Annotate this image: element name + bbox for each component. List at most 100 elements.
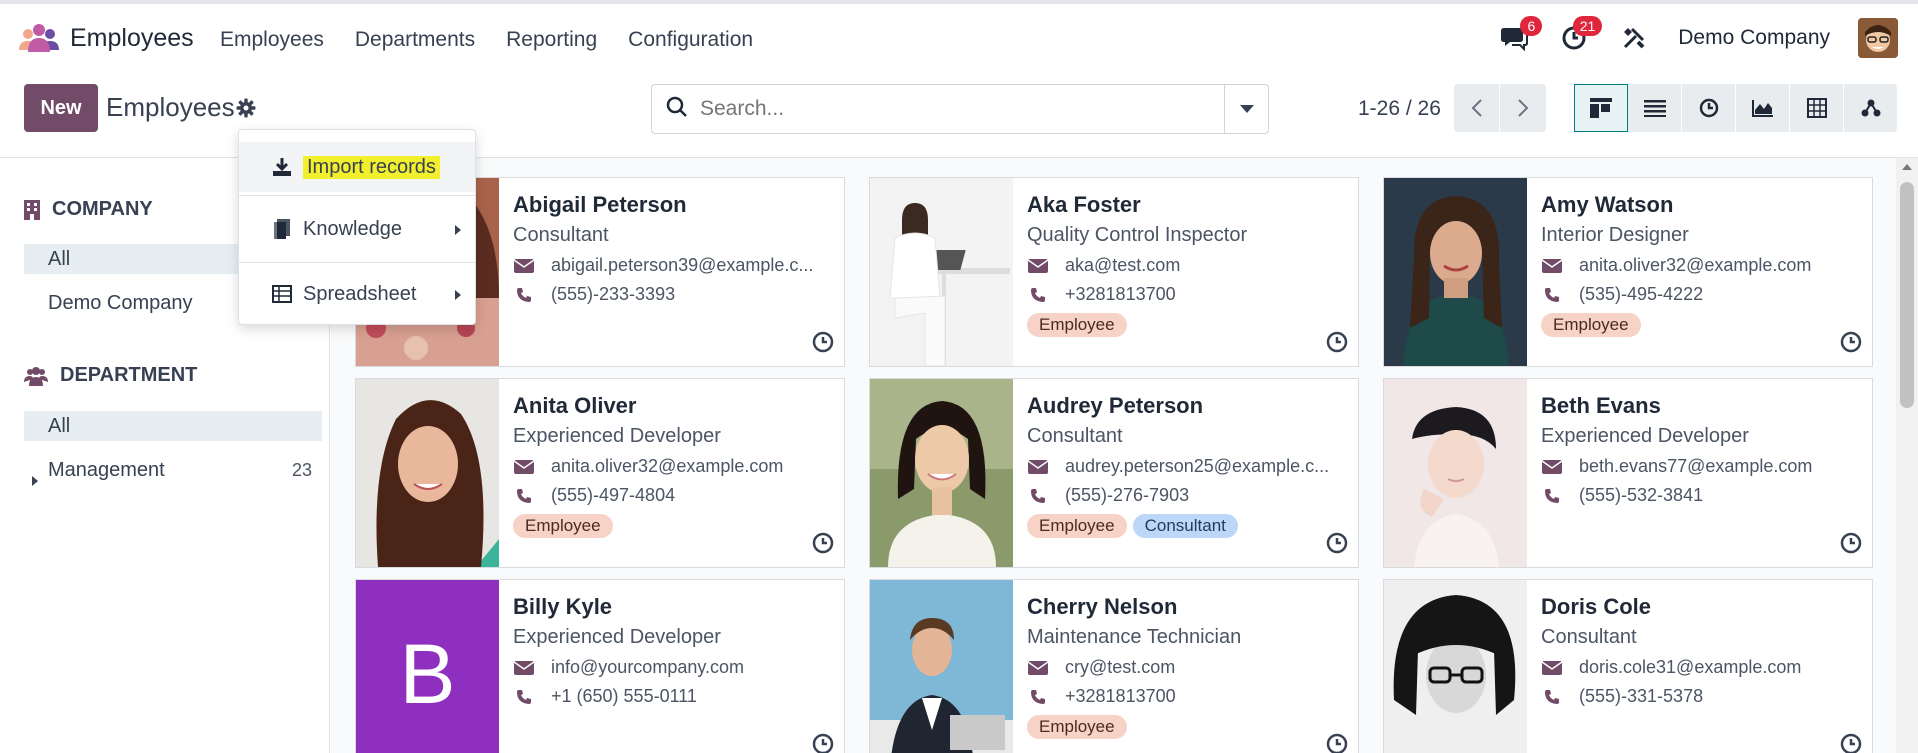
book-icon <box>271 218 293 240</box>
list-view-button[interactable] <box>1628 84 1682 132</box>
import-records-label: Import records <box>303 155 440 179</box>
new-button[interactable]: New <box>24 84 98 132</box>
employee-tag: Employee <box>1541 313 1641 337</box>
employee-name: Billy Kyle <box>513 594 613 619</box>
caret-right-icon <box>455 283 461 306</box>
employee-card[interactable]: Beth Evans Experienced Developer beth.ev… <box>1383 378 1873 568</box>
employee-name: Anita Oliver <box>513 393 637 418</box>
search-icon <box>666 96 688 123</box>
activity-clock-icon[interactable] <box>1840 532 1862 559</box>
employee-phone: +3281813700 <box>1027 686 1348 707</box>
employee-name: Aka Foster <box>1027 192 1141 217</box>
scrollbar-thumb[interactable] <box>1900 182 1914 408</box>
table-icon <box>1806 98 1827 118</box>
scroll-up-arrow[interactable] <box>1902 164 1912 170</box>
activity-clock-icon[interactable] <box>812 532 834 559</box>
employee-card[interactable]: Amy Watson Interior Designer anita.olive… <box>1383 177 1873 367</box>
employee-phone: (555)-276-7903 <box>1027 485 1348 506</box>
caret-right-icon[interactable] <box>32 465 38 495</box>
employee-email: audrey.peterson25@example.c... <box>1027 456 1348 477</box>
spreadsheet-label: Spreadsheet <box>303 282 417 305</box>
employee-card[interactable]: Cherry Nelson Maintenance Technician cry… <box>869 579 1359 753</box>
employee-email: beth.evans77@example.com <box>1541 456 1862 477</box>
tools-button[interactable] <box>1618 22 1650 54</box>
vertical-scrollbar[interactable] <box>1896 158 1918 753</box>
caret-down-icon <box>1239 105 1254 113</box>
activities-button[interactable]: 21 <box>1558 16 1603 54</box>
employee-card[interactable]: Audrey Peterson Consultant audrey.peters… <box>869 378 1359 568</box>
dropdown-divider <box>239 195 475 196</box>
clock-icon <box>1699 98 1718 118</box>
activity-clock-icon[interactable] <box>1840 331 1862 358</box>
building-icon <box>24 199 40 220</box>
menu-departments[interactable]: Departments <box>355 28 475 52</box>
chevron-right-icon <box>1518 99 1529 117</box>
phone-icon <box>1027 287 1049 303</box>
caret-right-icon <box>455 218 461 241</box>
kanban-icon <box>1590 98 1612 118</box>
envelope-icon <box>513 459 535 474</box>
menu-configuration[interactable]: Configuration <box>628 28 753 52</box>
activity-clock-icon[interactable] <box>1840 733 1862 753</box>
graph-view-button[interactable] <box>1736 84 1790 132</box>
search-input[interactable] <box>700 97 1224 121</box>
envelope-icon <box>1541 660 1563 675</box>
hierarchy-view-button[interactable] <box>1844 84 1898 132</box>
employee-phone: (555)-331-5378 <box>1541 686 1862 707</box>
phone-icon <box>1541 287 1563 303</box>
knowledge-item[interactable]: Knowledge <box>239 204 475 254</box>
department-filter-all[interactable]: All <box>24 411 322 441</box>
kanban-view: Abigail Peterson Consultant abigail.pete… <box>331 158 1896 753</box>
menu-employees[interactable]: Employees <box>220 28 324 52</box>
employee-card[interactable]: Doris Cole Consultant doris.cole31@examp… <box>1383 579 1873 753</box>
phone-icon <box>1027 689 1049 705</box>
employee-job: Consultant <box>1027 425 1123 447</box>
employee-job: Experienced Developer <box>1541 425 1749 447</box>
pivot-view-button[interactable] <box>1790 84 1844 132</box>
spreadsheet-item[interactable]: Spreadsheet <box>239 269 475 319</box>
employee-card[interactable]: B Billy Kyle Experienced Developer info@… <box>355 579 845 753</box>
activity-clock-icon[interactable] <box>812 331 834 358</box>
activity-clock-icon[interactable] <box>1326 733 1348 753</box>
activity-clock-icon[interactable] <box>1326 532 1348 559</box>
dropdown-divider <box>239 262 475 263</box>
company-switcher[interactable]: Demo Company <box>1678 26 1830 50</box>
app-brand[interactable]: Employees <box>18 22 194 54</box>
pager-next-button[interactable] <box>1500 84 1546 132</box>
import-records-item[interactable]: Import records <box>239 142 475 192</box>
employee-email: anita.oliver32@example.com <box>1541 255 1862 276</box>
knowledge-label: Knowledge <box>303 217 402 240</box>
user-avatar[interactable] <box>1858 18 1898 58</box>
employee-name: Cherry Nelson <box>1027 594 1178 619</box>
top-navbar: Employees Employees Departments Reportin… <box>0 0 1918 76</box>
messaging-button[interactable]: 6 <box>1498 16 1543 54</box>
employee-photo <box>870 379 1013 567</box>
gear-icon[interactable] <box>236 98 256 123</box>
employee-email: info@yourcompany.com <box>513 657 834 678</box>
envelope-icon <box>1027 459 1049 474</box>
pager-value[interactable]: 1-26 / 26 <box>1358 97 1441 121</box>
employee-job: Quality Control Inspector <box>1027 224 1248 246</box>
list-icon <box>1643 100 1666 117</box>
phone-icon <box>513 488 535 504</box>
employees-app-icon <box>18 22 60 54</box>
employee-card[interactable]: Anita Oliver Experienced Developer anita… <box>355 378 845 568</box>
area-chart-icon <box>1751 100 1773 117</box>
download-icon <box>271 156 293 178</box>
phone-icon <box>1541 689 1563 705</box>
employee-photo <box>1384 178 1527 366</box>
actions-dropdown: Import records Knowledge Spreadsheet <box>238 129 476 325</box>
department-filter-management[interactable]: Management 23 <box>24 455 322 486</box>
activity-clock-icon[interactable] <box>812 733 834 753</box>
activity-clock-icon[interactable] <box>1326 331 1348 358</box>
activity-view-button[interactable] <box>1682 84 1736 132</box>
search-bar <box>651 84 1269 134</box>
systray: 6 21 Demo Company <box>1498 16 1898 58</box>
employee-tag: Employee <box>1027 715 1127 739</box>
search-options-toggle[interactable] <box>1224 85 1268 133</box>
pager-previous-button[interactable] <box>1454 84 1500 132</box>
employee-card[interactable]: Aka Foster Quality Control Inspector aka… <box>869 177 1359 367</box>
employee-name: Audrey Peterson <box>1027 393 1204 418</box>
menu-reporting[interactable]: Reporting <box>506 28 597 52</box>
kanban-view-button[interactable] <box>1574 84 1628 132</box>
